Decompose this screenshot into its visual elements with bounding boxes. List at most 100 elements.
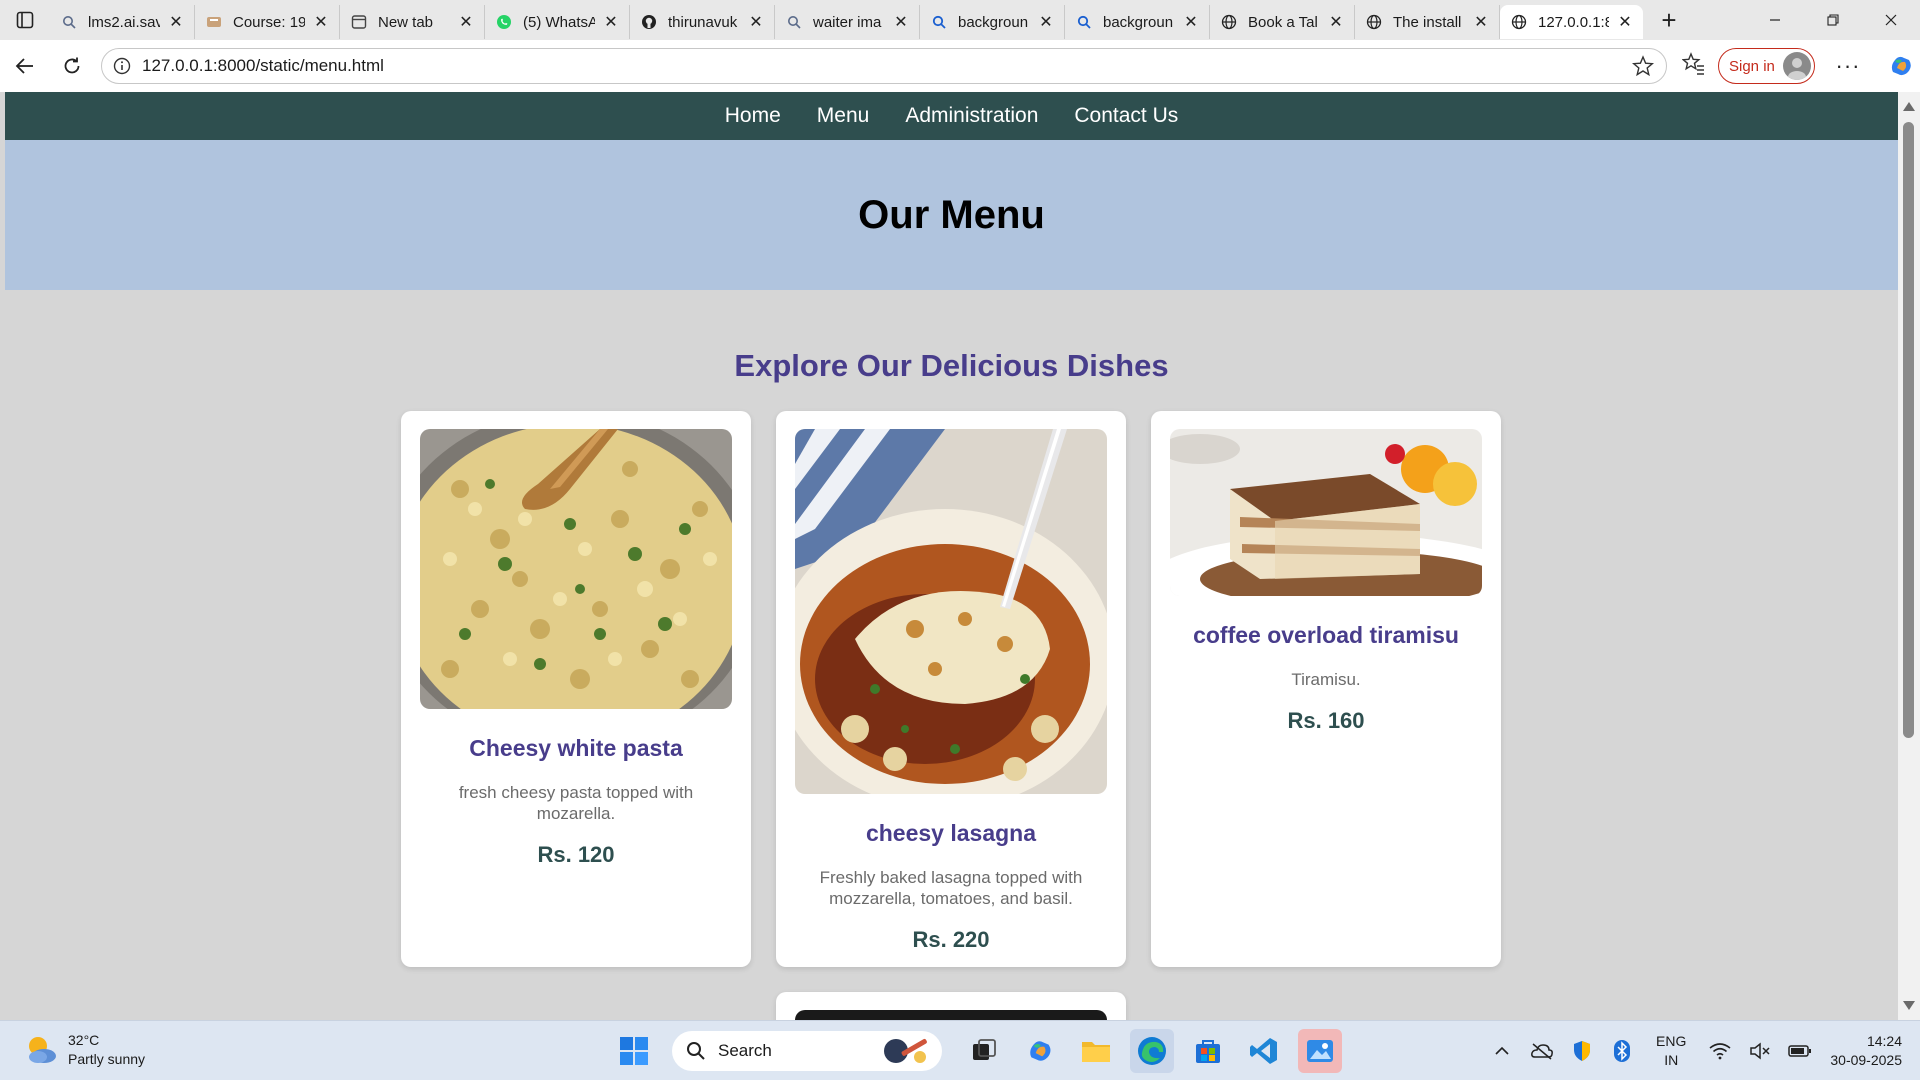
battery-icon[interactable] <box>1780 1044 1820 1058</box>
reload-icon <box>64 57 80 74</box>
browser-tab[interactable]: Course: 19 ✕ <box>195 5 340 39</box>
task-view-icon <box>973 1039 996 1060</box>
course-icon <box>205 13 223 31</box>
tab-title: New tab <box>378 13 434 31</box>
weather-widget[interactable]: 32°C Partly sunny <box>24 1031 145 1069</box>
menu-card-lasagna[interactable]: cheesy lasagna Freshly baked lasagna top… <box>776 411 1126 967</box>
nav-link-administration[interactable]: Administration <box>887 104 1056 128</box>
weather-description: Partly sunny <box>68 1051 146 1067</box>
hero-banner: Our Menu <box>5 140 1898 290</box>
dish-description: fresh cheesy pasta topped with mozarella… <box>458 783 694 823</box>
windows-logo-icon <box>620 1037 648 1065</box>
browser-tab[interactable]: backgroun ✕ <box>1065 5 1210 39</box>
search-icon <box>60 13 78 31</box>
url-text[interactable]: 127.0.0.1:8000/static/menu.html <box>142 56 384 76</box>
clock[interactable]: 14:24 30-09-2025 <box>1830 1032 1902 1070</box>
edge-browser-button[interactable] <box>1130 1029 1174 1073</box>
nav-link-home[interactable]: Home <box>707 104 799 128</box>
close-tab-icon[interactable]: ✕ <box>891 12 911 32</box>
scrollbar-thumb[interactable] <box>1903 122 1914 738</box>
tab-actions-button[interactable] <box>0 0 50 40</box>
menu-card-partial[interactable] <box>776 992 1126 1020</box>
whatsapp-icon <box>495 13 513 31</box>
scroll-down-arrow-icon[interactable] <box>1903 1001 1915 1010</box>
vscode-button[interactable] <box>1242 1029 1286 1073</box>
scroll-up-arrow-icon[interactable] <box>1903 102 1915 111</box>
language-indicator[interactable]: ENG IN <box>1656 1032 1686 1070</box>
close-tab-icon[interactable]: ✕ <box>746 12 766 32</box>
tab-title: Book a Tal <box>1248 13 1318 31</box>
vscode-icon <box>1250 1038 1277 1064</box>
dish-name: coffee overload tiramisu <box>1193 622 1459 648</box>
bluetooth-icon[interactable] <box>1602 1040 1642 1062</box>
show-hidden-icons-chevron-icon[interactable] <box>1482 1046 1522 1056</box>
close-window-button[interactable] <box>1862 0 1920 40</box>
onedrive-offline-icon[interactable] <box>1522 1042 1562 1060</box>
copilot-app-button[interactable] <box>1018 1029 1062 1073</box>
task-view-button[interactable] <box>962 1029 1006 1073</box>
more-options-icon[interactable]: ··· <box>1833 53 1863 79</box>
volume-muted-icon[interactable] <box>1740 1042 1780 1060</box>
back-button[interactable] <box>3 46 47 86</box>
close-tab-icon[interactable]: ✕ <box>1181 12 1201 32</box>
minimize-button[interactable] <box>1746 0 1804 40</box>
close-tab-icon[interactable]: ✕ <box>1326 12 1346 32</box>
dish-description: Freshly baked lasagna topped with mozzar… <box>819 868 1083 908</box>
partly-sunny-icon <box>24 1033 58 1067</box>
sign-in-label: Sign in <box>1729 57 1775 75</box>
browser-tab[interactable]: (5) WhatsA ✕ <box>485 5 630 39</box>
menu-card-pasta[interactable]: Cheesy white pasta fresh cheesy pasta to… <box>401 411 751 967</box>
new-tab-button[interactable]: + <box>1649 0 1689 40</box>
system-tray: ENG IN 14:24 30-09-2025 <box>1482 1021 1902 1080</box>
github-icon <box>640 13 658 31</box>
address-bar[interactable]: 127.0.0.1:8000/static/menu.html <box>101 48 1667 84</box>
browser-tab[interactable]: Book a Tal ✕ <box>1210 5 1355 39</box>
nav-link-menu[interactable]: Menu <box>799 104 888 128</box>
tab-actions-icon <box>16 11 34 29</box>
file-explorer-button[interactable] <box>1074 1029 1118 1073</box>
restore-button[interactable] <box>1804 0 1862 40</box>
tab-title: backgroun <box>1103 13 1174 31</box>
search-icon <box>687 1042 705 1060</box>
search-highlight-icon <box>884 1039 927 1063</box>
browser-tab[interactable]: New tab ✕ <box>340 5 485 39</box>
weather-temperature: 32°C <box>68 1032 100 1048</box>
reload-button[interactable] <box>50 46 94 86</box>
menu-card-tiramisu[interactable]: coffee overload tiramisu Tiramisu. Rs. 1… <box>1151 411 1501 967</box>
page-title: Our Menu <box>858 192 1045 237</box>
microsoft-store-button[interactable] <box>1186 1029 1230 1073</box>
close-tab-icon[interactable]: ✕ <box>1036 12 1056 32</box>
close-tab-icon[interactable]: ✕ <box>166 12 186 32</box>
taskbar-search[interactable]: Search <box>672 1031 942 1071</box>
close-tab-icon[interactable]: ✕ <box>1471 12 1491 32</box>
tab-title: backgroun <box>958 13 1029 31</box>
taskbar-apps: Search <box>606 1029 1348 1073</box>
favorites-icon[interactable] <box>1681 51 1706 81</box>
security-shield-icon[interactable] <box>1562 1040 1602 1062</box>
start-button[interactable] <box>612 1029 656 1073</box>
browser-tab[interactable]: lms2.ai.sav ✕ <box>50 5 195 39</box>
browser-tab-bar: lms2.ai.sav ✕ Course: 19 ✕ New tab ✕ (5)… <box>0 0 1920 40</box>
browser-tab[interactable]: waiter ima ✕ <box>775 5 920 39</box>
search-icon <box>930 13 948 31</box>
favorite-star-icon[interactable] <box>1631 55 1655 82</box>
nav-link-contact-us[interactable]: Contact Us <box>1056 104 1196 128</box>
browser-tab-active[interactable]: 127.0.0.1:8 ✕ <box>1500 5 1643 39</box>
close-tab-icon[interactable]: ✕ <box>601 12 621 32</box>
page-scrollbar[interactable] <box>1898 92 1920 1020</box>
browser-tab[interactable]: The install ✕ <box>1355 5 1500 39</box>
wifi-icon[interactable] <box>1700 1042 1740 1060</box>
close-tab-icon[interactable]: ✕ <box>1615 12 1635 32</box>
site-info-icon[interactable] <box>102 57 142 75</box>
folder-icon <box>1082 1042 1110 1062</box>
copilot-icon <box>1030 1041 1051 1061</box>
close-tab-icon[interactable]: ✕ <box>311 12 331 32</box>
store-icon <box>1196 1040 1220 1063</box>
browser-tab[interactable]: thirunavuk ✕ <box>630 5 775 39</box>
language-code: ENG <box>1656 1033 1687 1049</box>
sign-in-button[interactable]: Sign in <box>1718 48 1815 84</box>
browser-tab[interactable]: backgroun ✕ <box>920 5 1065 39</box>
copilot-icon[interactable] <box>1887 52 1915 80</box>
paint-app-button[interactable] <box>1298 1029 1342 1073</box>
close-tab-icon[interactable]: ✕ <box>456 12 476 32</box>
